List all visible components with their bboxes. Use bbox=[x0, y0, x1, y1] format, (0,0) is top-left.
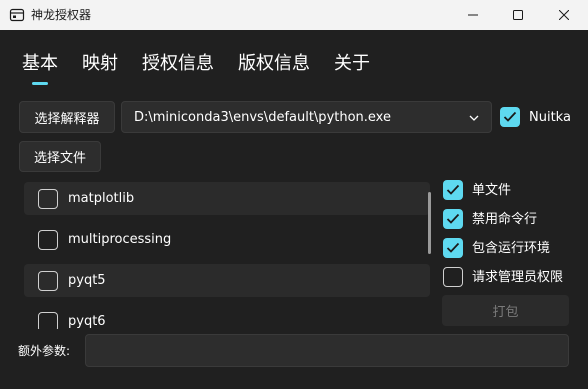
include-runtime-checkbox[interactable] bbox=[443, 238, 463, 258]
list-item[interactable]: matplotlib bbox=[24, 182, 430, 215]
tab-license-info[interactable]: 授权信息 bbox=[142, 52, 214, 76]
minimize-button[interactable] bbox=[450, 0, 496, 30]
disable-console-label: 禁用命令行 bbox=[472, 212, 538, 227]
interpreter-combobox[interactable]: D:\miniconda3\envs\default\python.exe bbox=[121, 101, 492, 133]
module-checkbox[interactable] bbox=[38, 189, 58, 209]
nuitka-label: Nuitka bbox=[529, 110, 571, 125]
module-label: matplotlib bbox=[68, 191, 135, 206]
close-icon bbox=[559, 10, 569, 20]
interpreter-path: D:\miniconda3\envs\default\python.exe bbox=[134, 110, 391, 125]
checkmark-icon bbox=[446, 184, 460, 195]
window-title: 神龙授权器 bbox=[31, 8, 92, 22]
tab-basic[interactable]: 基本 bbox=[22, 52, 58, 76]
select-file-button[interactable]: 选择文件 bbox=[19, 141, 101, 172]
single-file-label: 单文件 bbox=[472, 183, 512, 198]
list-scrollbar[interactable] bbox=[428, 192, 431, 254]
extra-args-label: 额外参数: bbox=[18, 344, 71, 358]
list-item[interactable]: pyqt5 bbox=[24, 264, 430, 297]
module-label: multiprocessing bbox=[68, 232, 172, 247]
module-checkbox[interactable] bbox=[38, 271, 58, 291]
list-item[interactable]: pyqt6 bbox=[24, 305, 430, 329]
module-label: pyqt5 bbox=[68, 273, 106, 288]
module-checkbox[interactable] bbox=[38, 230, 58, 250]
include-runtime-label: 包含运行环境 bbox=[472, 241, 551, 256]
tab-copyright-info[interactable]: 版权信息 bbox=[238, 52, 310, 76]
minimize-icon bbox=[468, 14, 478, 16]
extra-args-input[interactable] bbox=[85, 334, 569, 367]
checkmark-icon bbox=[446, 242, 460, 253]
active-tab-indicator bbox=[32, 82, 48, 85]
tab-mapping[interactable]: 映射 bbox=[82, 52, 118, 76]
pack-button[interactable]: 打包 bbox=[442, 295, 569, 326]
request-admin-checkbox[interactable] bbox=[443, 267, 463, 287]
request-admin-label: 请求管理员权限 bbox=[472, 270, 564, 285]
select-interpreter-button[interactable]: 选择解释器 bbox=[19, 101, 115, 133]
module-label: pyqt6 bbox=[68, 314, 106, 329]
title-bar: 神龙授权器 bbox=[0, 0, 588, 30]
list-item[interactable]: multiprocessing bbox=[24, 223, 430, 256]
close-button[interactable] bbox=[541, 0, 587, 30]
tab-about[interactable]: 关于 bbox=[334, 52, 370, 76]
chevron-down-icon bbox=[469, 115, 479, 121]
disable-console-checkbox[interactable] bbox=[443, 209, 463, 229]
maximize-button[interactable] bbox=[495, 0, 541, 30]
nuitka-checkbox[interactable] bbox=[500, 107, 520, 127]
app-icon bbox=[9, 7, 25, 23]
module-list[interactable]: matplotlib multiprocessing pyqt5 pyqt6 bbox=[24, 181, 438, 329]
single-file-checkbox[interactable] bbox=[443, 180, 463, 200]
maximize-icon bbox=[513, 10, 523, 20]
checkmark-icon bbox=[446, 213, 460, 224]
module-checkbox[interactable] bbox=[38, 312, 58, 329]
checkmark-icon bbox=[503, 111, 517, 122]
